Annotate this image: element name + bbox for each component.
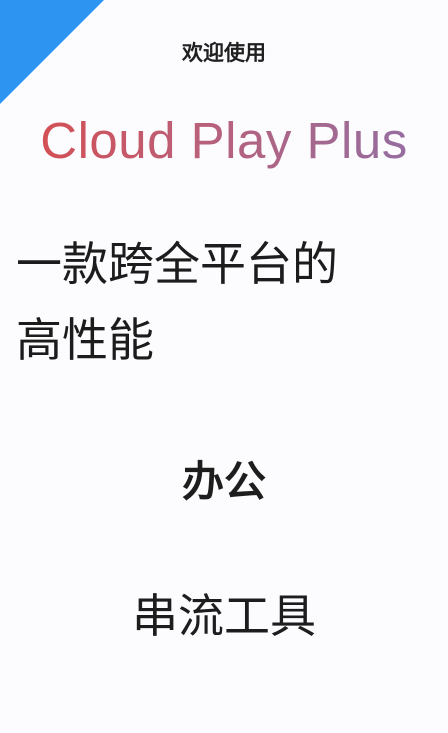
brand-name: Cloud Play Plus bbox=[0, 109, 448, 173]
feature-secondary: 串流工具 bbox=[132, 589, 316, 643]
headline-line-2: 高性能 bbox=[16, 313, 154, 367]
welcome-title: 欢迎使用 bbox=[182, 41, 266, 65]
headline-line-1: 一款跨全平台的 bbox=[16, 237, 338, 291]
feature-primary: 办公 bbox=[181, 457, 266, 506]
headline: 一款跨全平台的 高性能 bbox=[16, 226, 436, 378]
welcome-screen: 欢迎使用 Cloud Play Plus 一款跨全平台的 高性能 办公 串流工具 bbox=[0, 0, 448, 733]
